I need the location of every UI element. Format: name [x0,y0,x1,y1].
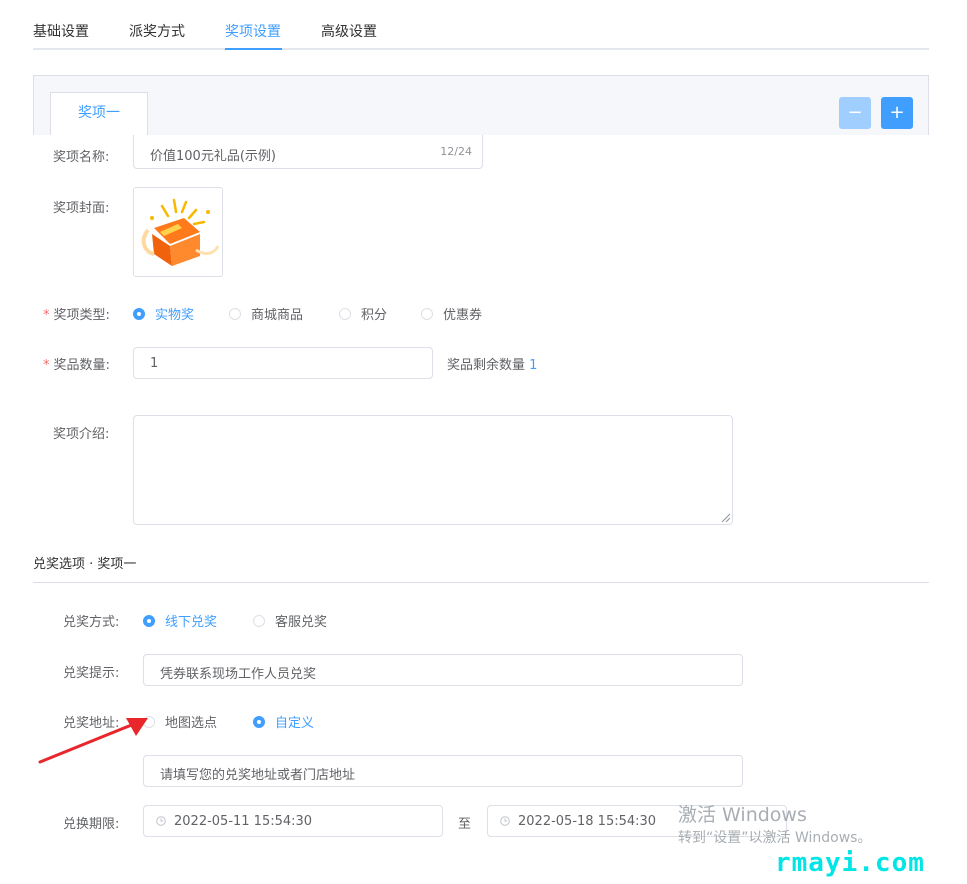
active-tab-indicator [225,48,282,50]
period-end-value: 2022-05-18 15:54:30 [518,814,657,829]
prize-remaining-value: 1 [529,358,538,373]
redeem-period-label: 兑换期限: [63,817,120,832]
prize-quantity-input[interactable]: 1 [133,347,433,379]
prize-quantity-label: * 奖品数量: [43,358,110,373]
radio-dot [253,615,265,627]
redeem-offline-radio[interactable]: 线下兑奖 [143,611,217,630]
period-separator: 至 [458,817,472,832]
redeem-hint-input[interactable]: 凭券联系现场工作人员兑奖 [143,654,743,686]
redeem-address-input[interactable]: 请填写您的兑奖地址或者门店地址 [143,755,743,787]
redeem-section-title: 兑奖选项 · 奖项一 [33,557,137,572]
prize-name-input[interactable]: 价值100元礼品(示例) 12/24 [133,135,483,169]
prize-type-coupon-radio[interactable]: 优惠券 [421,304,482,323]
address-custom-radio[interactable]: 自定义 [253,712,314,731]
radio-dot [421,308,433,320]
tab-basic-settings[interactable]: 基础设置 [33,21,89,41]
annotation-arrow-icon [38,718,148,764]
prize-type-mall-radio[interactable]: 商城商品 [229,304,303,323]
redeem-method-label: 兑奖方式: [63,615,120,630]
radio-dot [253,716,265,728]
redeem-service-radio[interactable]: 客服兑奖 [253,611,327,630]
prize-intro-textarea[interactable] [133,415,733,525]
windows-activation-hint: 转到“设置”以激活 Windows。 [678,830,872,846]
prize-cover-label: 奖项封面: [53,201,110,216]
prize-intro-label: 奖项介绍: [53,427,110,442]
prize-type-label: * 奖项类型: [43,308,110,323]
prize-tab-1[interactable]: 奖项一 [50,92,148,135]
radio-dot [229,308,241,320]
section-divider [33,582,929,583]
tab-award-method[interactable]: 派奖方式 [129,21,185,41]
prize-name-label: 奖项名称: [53,150,110,165]
required-mark: * [43,358,50,373]
prize-name-row: 奖项名称: 价值100元礼品(示例) 12/24 [0,135,967,172]
remove-prize-button[interactable]: − [839,97,871,129]
prize-remaining: 奖品剩余数量 1 [447,358,538,373]
settings-tabs: 基础设置 派奖方式 奖项设置 高级设置 [33,0,929,50]
prize-name-value: 价值100元礼品(示例) [150,149,276,164]
required-mark: * [43,308,50,323]
period-start-picker[interactable]: 2022-05-11 15:54:30 [143,805,443,837]
prize-name-counter: 12/24 [440,145,472,158]
add-prize-button[interactable]: + [881,97,913,129]
prize-type-physical-radio[interactable]: 实物奖 [133,304,194,323]
redeem-address-value: 请填写您的兑奖地址或者门店地址 [160,768,356,783]
site-watermark: rmayi.com [775,848,925,878]
prize-tab-bar: 奖项一 − + [33,75,929,135]
gift-box-icon [141,198,220,266]
resize-grip-icon[interactable] [719,511,731,523]
clock-icon [500,816,510,826]
windows-activation-title: 激活 Windows [678,804,807,826]
prize-type-points-radio[interactable]: 积分 [339,304,387,323]
clock-icon [156,816,166,826]
radio-dot [133,308,145,320]
tab-prize-settings[interactable]: 奖项设置 [225,21,281,41]
redeem-hint-value: 凭券联系现场工作人员兑奖 [160,667,317,682]
radio-dot [143,615,155,627]
period-start-value: 2022-05-11 15:54:30 [174,814,313,829]
tab-advanced-settings[interactable]: 高级设置 [321,21,377,41]
radio-dot [339,308,351,320]
redeem-hint-label: 兑奖提示: [63,666,120,681]
prize-cover-upload[interactable] [133,187,223,277]
prize-quantity-value: 1 [150,356,159,371]
